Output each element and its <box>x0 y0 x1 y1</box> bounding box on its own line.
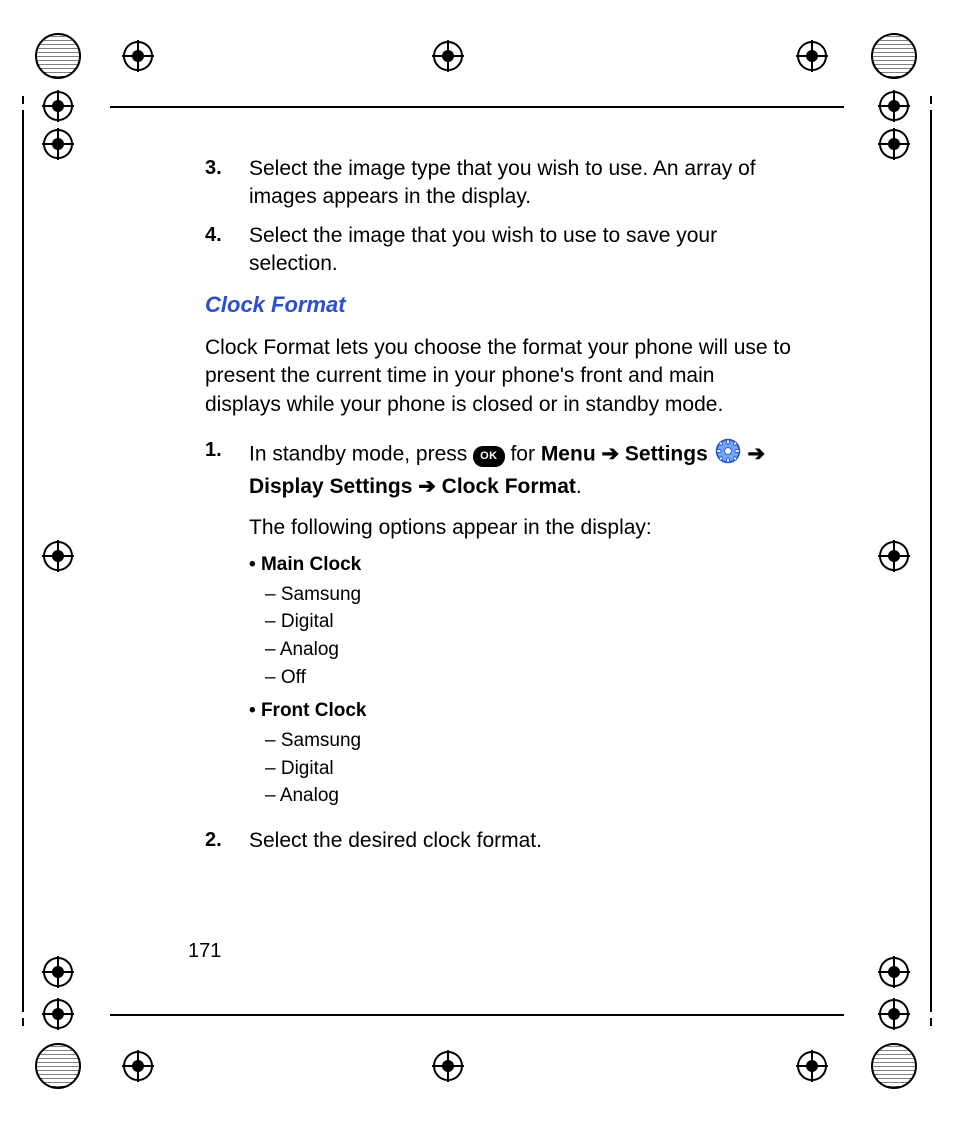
registration-corner-icon <box>34 1042 82 1090</box>
option-title: Main Clock <box>249 554 361 575</box>
text: . <box>576 475 582 498</box>
sub-option: Analog <box>265 637 795 663</box>
registration-target-icon <box>796 1050 828 1082</box>
sub-options: Samsung Digital Analog Off <box>265 582 795 691</box>
crop-line-left <box>22 0 24 1122</box>
step-4: 4. Select the image that you wish to use… <box>205 222 795 279</box>
registration-target-icon <box>42 956 74 988</box>
registration-target-icon <box>42 128 74 160</box>
step-1-follow: The following options appear in the disp… <box>249 514 795 542</box>
step-text: Select the image that you wish to use to… <box>249 222 795 279</box>
option-front-clock: Front Clock Samsung Digital Analog <box>249 698 795 809</box>
menu-label: Menu <box>541 443 596 466</box>
registration-target-icon <box>878 90 910 122</box>
step-text: Select the image type that you wish to u… <box>249 155 795 212</box>
registration-target-icon <box>432 40 464 72</box>
registration-target-icon <box>878 540 910 572</box>
ok-button-icon: OK <box>473 446 505 467</box>
registration-target-icon <box>122 1050 154 1082</box>
section-heading: Clock Format <box>205 290 795 320</box>
step-number: 4. <box>205 222 249 279</box>
settings-label: Settings <box>625 443 708 466</box>
option-main-clock: Main Clock Samsung Digital Analog Off <box>249 552 795 690</box>
crop-line-right <box>930 0 932 1122</box>
arrow-icon: ➔ <box>601 443 624 466</box>
display-settings-label: Display Settings <box>249 475 412 498</box>
step-number: 1. <box>205 437 249 817</box>
registration-target-icon <box>878 998 910 1030</box>
gap <box>20 0 26 96</box>
text: In standby mode, press <box>249 443 473 466</box>
registration-target-icon <box>432 1050 464 1082</box>
registration-target-icon <box>878 128 910 160</box>
step-number: 2. <box>205 827 249 855</box>
page-number: 171 <box>188 940 221 963</box>
options-list: Main Clock Samsung Digital Analog Off Fr… <box>249 552 795 809</box>
registration-target-icon <box>878 956 910 988</box>
settings-gear-icon <box>714 437 742 473</box>
sub-option: Analog <box>265 783 795 809</box>
step-1: 1. In standby mode, press OK for Menu ➔ … <box>205 437 795 817</box>
crop-line-bottom <box>0 1014 954 1016</box>
arrow-icon: ➔ <box>747 443 765 466</box>
sub-option: Samsung <box>265 582 795 608</box>
option-title: Front Clock <box>249 700 367 721</box>
text: for <box>510 443 540 466</box>
gap <box>20 1026 26 1122</box>
gap <box>928 0 934 96</box>
page-content: 3. Select the image type that you wish t… <box>205 155 795 865</box>
gap <box>928 1026 934 1122</box>
registration-corner-icon <box>870 1042 918 1090</box>
registration-target-icon <box>42 90 74 122</box>
step-number: 3. <box>205 155 249 212</box>
registration-target-icon <box>42 540 74 572</box>
crop-line-top <box>0 106 954 108</box>
registration-target-icon <box>796 40 828 72</box>
step-3: 3. Select the image type that you wish t… <box>205 155 795 212</box>
step-2: 2. Select the desired clock format. <box>205 827 795 855</box>
registration-corner-icon <box>870 32 918 80</box>
clock-format-label: Clock Format <box>442 475 576 498</box>
sub-option: Digital <box>265 609 795 635</box>
sub-option: Digital <box>265 756 795 782</box>
registration-target-icon <box>122 40 154 72</box>
registration-target-icon <box>42 998 74 1030</box>
sub-option: Samsung <box>265 728 795 754</box>
step-text: In standby mode, press OK for Menu ➔ Set… <box>249 437 795 817</box>
sub-options: Samsung Digital Analog <box>265 728 795 809</box>
registration-corner-icon <box>34 32 82 80</box>
arrow-icon: ➔ <box>418 475 441 498</box>
sub-option: Off <box>265 665 795 691</box>
step-text: Select the desired clock format. <box>249 827 795 855</box>
section-intro: Clock Format lets you choose the format … <box>205 334 795 419</box>
